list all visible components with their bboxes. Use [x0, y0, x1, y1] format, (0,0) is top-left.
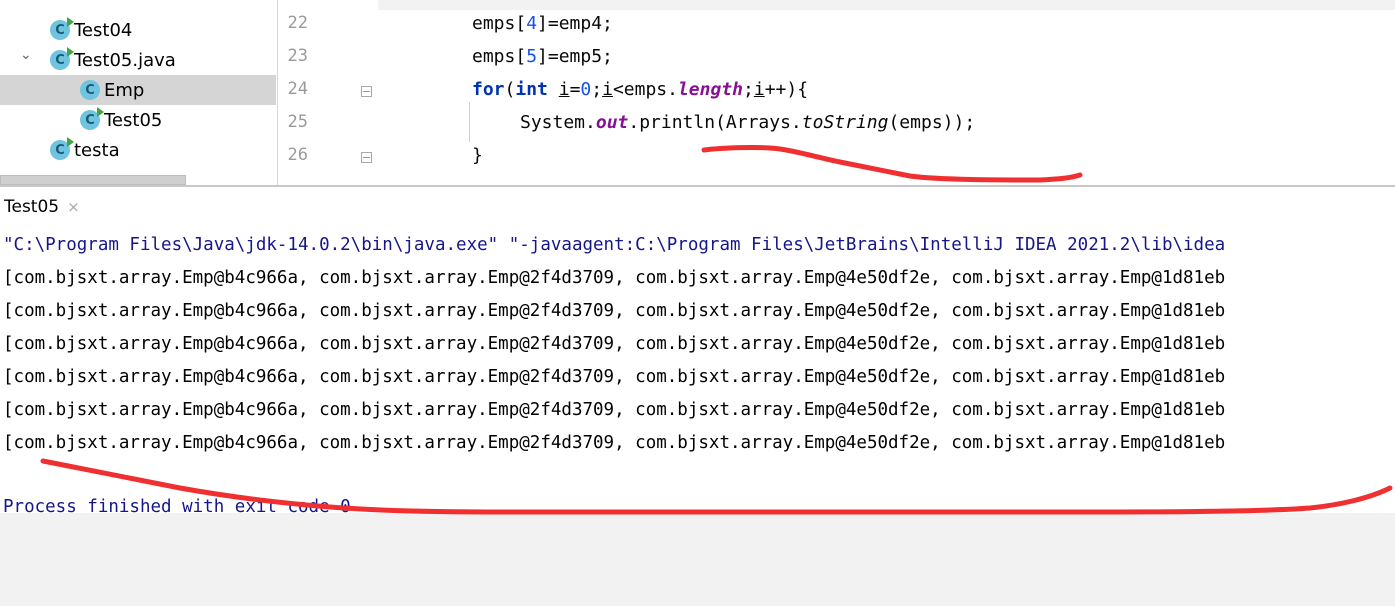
- run-badge-icon: [67, 47, 74, 57]
- code-token: System.: [520, 112, 596, 133]
- code-token: i: [753, 79, 765, 100]
- tree-item-emp[interactable]: C Emp: [0, 75, 276, 105]
- class-icon: C: [80, 80, 100, 100]
- code-token: emps[: [472, 13, 527, 34]
- close-icon[interactable]: ×: [67, 198, 80, 216]
- code-token: .println(Arrays.: [628, 112, 802, 133]
- run-console[interactable]: "C:\Program Files\Java\jdk-14.0.2\bin\ja…: [0, 227, 1395, 513]
- code-token: ;: [743, 79, 754, 100]
- line-number: 24: [287, 79, 308, 99]
- code-token: ]=emp5;: [537, 46, 613, 67]
- code-token: i: [602, 79, 613, 100]
- code-editor[interactable]: emps[4]=emp4; emps[5]=emp5; for(int i=0;i<…: [380, 0, 1395, 185]
- code-token: 4: [526, 13, 538, 34]
- code-token: length: [677, 79, 743, 100]
- tree-item-test04[interactable]: C Test04: [0, 15, 276, 45]
- console-output-line: [com.bjsxt.array.Emp@b4c966a, com.bjsxt.…: [3, 400, 1226, 420]
- code-token: ;: [591, 79, 603, 100]
- code-token: i: [558, 79, 570, 100]
- code-line: emps[5]=emp5;: [472, 46, 613, 67]
- editor-gutter: 22 23 24 25 26: [278, 0, 378, 185]
- runnable-class-icon: C: [80, 107, 104, 130]
- line-number: 26: [287, 145, 308, 165]
- code-token: ++){: [764, 79, 809, 100]
- line-number: 22: [287, 13, 308, 33]
- code-token: }: [472, 145, 483, 166]
- tree-item-label: Emp: [104, 79, 145, 101]
- code-token: int: [515, 79, 548, 100]
- console-exit-status: Process finished with exit code 0: [3, 497, 351, 513]
- run-tab-bar: Test05 ×: [0, 185, 1395, 227]
- run-badge-icon: [97, 107, 104, 117]
- tree-item-testa[interactable]: Ctesta: [0, 135, 276, 165]
- code-token: =: [569, 79, 581, 100]
- line-number: 23: [287, 46, 308, 66]
- code-token: ]=emp4;: [537, 13, 613, 34]
- tree-item-test05-java[interactable]: ⌄ C Test05.java: [0, 45, 276, 75]
- tab-test05[interactable]: Test05 ×: [0, 189, 84, 225]
- chevron-down-icon[interactable]: ⌄: [20, 47, 32, 63]
- code-token: 0: [580, 79, 592, 100]
- console-output-line: [com.bjsxt.array.Emp@b4c966a, com.bjsxt.…: [3, 367, 1226, 387]
- code-token: 5: [526, 46, 538, 67]
- code-token: (: [504, 79, 516, 100]
- tree-item-test05[interactable]: C Test05: [0, 105, 276, 135]
- run-badge-icon: [67, 17, 74, 27]
- tree-item-label: testa: [74, 139, 120, 161]
- code-line: System.out.println(Arrays.toString(emps)…: [520, 112, 975, 133]
- tree-item-label: Test05: [104, 109, 163, 131]
- console-output-line: [com.bjsxt.array.Emp@b4c966a, com.bjsxt.…: [3, 301, 1226, 321]
- line-number: 25: [287, 112, 308, 132]
- run-badge-icon: [67, 137, 74, 147]
- code-token: emps[: [472, 46, 527, 67]
- console-command-line: "C:\Program Files\Java\jdk-14.0.2\bin\ja…: [3, 235, 1226, 255]
- runnable-class-icon: C: [50, 137, 74, 160]
- fold-marker-icon[interactable]: [361, 86, 372, 97]
- project-tree[interactable]: CTest04⌄CTest05.javaCEmpCTest05Ctestates…: [0, 0, 278, 185]
- console-output-line: [com.bjsxt.array.Emp@b4c966a, com.bjsxt.…: [3, 433, 1226, 453]
- fold-marker-icon[interactable]: [361, 152, 372, 163]
- runnable-class-icon: C: [50, 47, 74, 70]
- code-token: (emps));: [888, 112, 976, 133]
- code-token: toString: [801, 112, 889, 133]
- code-line: for(int i=0;i<emps.length;i++){: [472, 79, 808, 100]
- indent-guide: [469, 102, 470, 142]
- runnable-class-icon: C: [50, 17, 74, 40]
- editor-area: CTest04⌄CTest05.javaCEmpCTest05Ctestates…: [0, 0, 1395, 185]
- console-output-line: [com.bjsxt.array.Emp@b4c966a, com.bjsxt.…: [3, 268, 1226, 288]
- run-tab-label: Test05: [4, 197, 60, 217]
- tree-item-label: Test04: [74, 19, 133, 41]
- code-line: }: [472, 145, 483, 166]
- code-token: out: [595, 112, 629, 133]
- tree-horizontal-scrollbar[interactable]: [0, 175, 186, 185]
- tree-item-label: Test05.java: [74, 49, 176, 71]
- code-token: <emps.: [612, 79, 678, 100]
- code-token: for: [472, 79, 505, 100]
- console-output-line: [com.bjsxt.array.Emp@b4c966a, com.bjsxt.…: [3, 334, 1226, 354]
- code-line: emps[4]=emp4;: [472, 13, 613, 34]
